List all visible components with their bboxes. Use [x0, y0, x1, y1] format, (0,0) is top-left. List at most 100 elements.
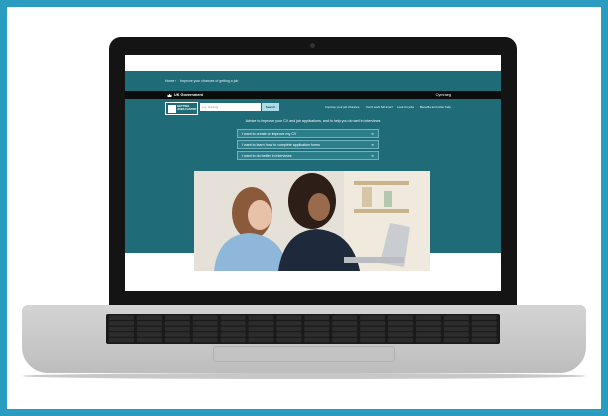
- keyboard-key: [109, 332, 134, 337]
- keyboard-key: [388, 326, 413, 332]
- keyboard-key: [388, 321, 413, 326]
- choice-label: I want to create or improve my CV: [242, 132, 297, 136]
- laptop-lid: Home › Improve your chances of getting a…: [109, 37, 517, 309]
- hero-photo: [194, 171, 430, 271]
- keyboard-key: [276, 321, 302, 326]
- choice-application-forms[interactable]: I want to learn how to complete applicat…: [237, 140, 379, 149]
- keyboard-key: [471, 315, 497, 320]
- nav-cant-work-full-time[interactable]: Can't work full time?: [366, 105, 393, 109]
- keyboard-key: [415, 315, 441, 320]
- keyboard-key: [332, 332, 358, 337]
- keyboard-key: [192, 321, 218, 326]
- keyboard-key: [415, 321, 441, 326]
- choice-label: I want to learn how to complete applicat…: [242, 143, 320, 147]
- keyboard-key: [360, 326, 386, 332]
- keyboard-key: [109, 315, 134, 320]
- keyboard-key: [248, 326, 274, 332]
- crown-icon: [167, 93, 172, 97]
- logo-mark-icon: [167, 105, 176, 113]
- gov-name[interactable]: UK Government: [174, 91, 203, 99]
- keyboard-key: [443, 326, 469, 332]
- keyboard-key: [136, 332, 162, 337]
- keyboard-key: [471, 337, 497, 343]
- keyboard-key: [136, 315, 162, 320]
- arrow-right-icon: ➔: [370, 154, 374, 158]
- keyboard-key: [304, 332, 330, 337]
- keyboard-key: [164, 315, 190, 320]
- keyboard-key: [360, 315, 386, 320]
- choice-cv[interactable]: I want to create or improve my CV ➔: [237, 129, 379, 138]
- keyboard-key: [220, 337, 246, 343]
- keyboard-key: [248, 321, 274, 326]
- keyboard-key: [164, 332, 190, 337]
- keyboard-key: [443, 332, 469, 337]
- keyboard-key: [443, 337, 469, 343]
- keyboard-key: [415, 326, 441, 332]
- keyboard-key: [164, 326, 190, 332]
- keyboard-key: [415, 332, 441, 337]
- gov-bar: UK Government Cymraeg: [125, 91, 501, 99]
- laptop-shadow: [22, 373, 586, 379]
- keyboard-key: [192, 332, 218, 337]
- keyboard-key: [332, 337, 358, 343]
- choice-label: I want to do better in interviews: [242, 154, 292, 158]
- intro-text: Advice to improve your CV and job applic…: [245, 119, 381, 123]
- keyboard-key: [304, 321, 330, 326]
- keyboard-key: [192, 315, 218, 320]
- site-logo[interactable]: GETTING JOBS FASTER: [165, 102, 198, 115]
- keyboard-key: [388, 315, 413, 320]
- keyboard-key: [164, 321, 190, 326]
- webcam-icon: [310, 43, 315, 48]
- search-button[interactable]: Search: [262, 103, 279, 111]
- keyboard-key: [220, 321, 246, 326]
- breadcrumb-current: Improve your chances of getting a job: [180, 79, 239, 83]
- keyboard-key: [360, 332, 386, 337]
- keyboard-key: [109, 337, 134, 343]
- keyboard-key: [443, 315, 469, 320]
- keyboard-key: [332, 315, 358, 320]
- nav-benefits-other-help[interactable]: Benefits and other help: [420, 105, 451, 109]
- keyboard-key: [332, 321, 358, 326]
- language-toggle[interactable]: Cymraeg: [436, 91, 451, 99]
- keyboard-key: [220, 332, 246, 337]
- keyboard-key: [471, 326, 497, 332]
- keyboard-key: [276, 332, 302, 337]
- laptop-base: [22, 305, 586, 373]
- trackpad: [213, 346, 395, 362]
- keyboard-key: [276, 326, 302, 332]
- keyboard-key: [248, 332, 274, 337]
- keyboard-key: [304, 337, 330, 343]
- keyboard-key: [248, 315, 274, 320]
- keyboard-key: [415, 337, 441, 343]
- nav-look-for-jobs[interactable]: Look for jobs: [397, 105, 414, 109]
- choice-interviews[interactable]: I want to do better in interviews ➔: [237, 151, 379, 160]
- keyboard-key: [136, 321, 162, 326]
- keyboard-key: [248, 337, 274, 343]
- keyboard-key: [220, 315, 246, 320]
- keyboard: [106, 314, 500, 344]
- keyboard-key: [276, 337, 302, 343]
- breadcrumb-separator: ›: [175, 79, 177, 83]
- keyboard-key: [360, 321, 386, 326]
- keyboard-key: [276, 315, 302, 320]
- nav-improve-job-chances[interactable]: Improve your job chances: [325, 105, 359, 109]
- logo-text-line2: JOBS FASTER: [177, 107, 197, 112]
- keyboard-key: [360, 337, 386, 343]
- hero-image: [194, 171, 430, 271]
- keyboard-key: [164, 337, 190, 343]
- keyboard-key: [388, 337, 413, 343]
- keyboard-key: [471, 332, 497, 337]
- keyboard-keys: [109, 315, 497, 343]
- keyboard-key: [109, 321, 134, 326]
- keyboard-key: [109, 326, 134, 332]
- keyboard-key: [220, 326, 246, 332]
- keyboard-key: [471, 321, 497, 326]
- keyboard-key: [304, 315, 330, 320]
- keyboard-key: [443, 321, 469, 326]
- search-input[interactable]: e.g. Nursing: [200, 103, 261, 111]
- keyboard-key: [388, 332, 413, 337]
- keyboard-key: [192, 337, 218, 343]
- arrow-right-icon: ➔: [370, 132, 374, 136]
- keyboard-key: [136, 337, 162, 343]
- breadcrumb-home[interactable]: Home: [165, 71, 174, 91]
